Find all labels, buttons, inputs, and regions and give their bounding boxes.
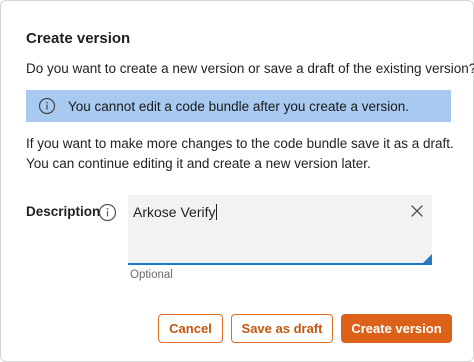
- text-caret: [216, 204, 218, 220]
- info-banner: You cannot edit a code bundle after you …: [26, 90, 451, 122]
- description-label: Description: [26, 204, 101, 219]
- close-icon[interactable]: [410, 204, 424, 218]
- description-hint: Optional: [130, 269, 173, 281]
- draft-explanation-line: You can continue editing it and create a…: [26, 156, 371, 171]
- save-as-draft-button[interactable]: Save as draft: [231, 314, 333, 343]
- description-textarea[interactable]: Arkose Verify: [128, 195, 432, 265]
- description-value: Arkose Verify: [133, 204, 216, 220]
- create-version-button[interactable]: Create version: [341, 314, 452, 343]
- create-version-dialog: Create version Do you want to create a n…: [0, 0, 474, 362]
- info-banner-text: You cannot edit a code bundle after you …: [68, 98, 409, 114]
- draft-explanation-line: If you want to make more changes to the …: [26, 136, 454, 151]
- resize-handle[interactable]: [423, 254, 432, 263]
- info-icon: [38, 97, 56, 115]
- draft-explanation: If you want to make more changes to the …: [26, 134, 466, 174]
- dialog-question: Do you want to create a new version or s…: [26, 61, 474, 76]
- description-info-icon[interactable]: [98, 203, 117, 222]
- dialog-title: Create version: [26, 30, 131, 47]
- cancel-button[interactable]: Cancel: [158, 314, 223, 343]
